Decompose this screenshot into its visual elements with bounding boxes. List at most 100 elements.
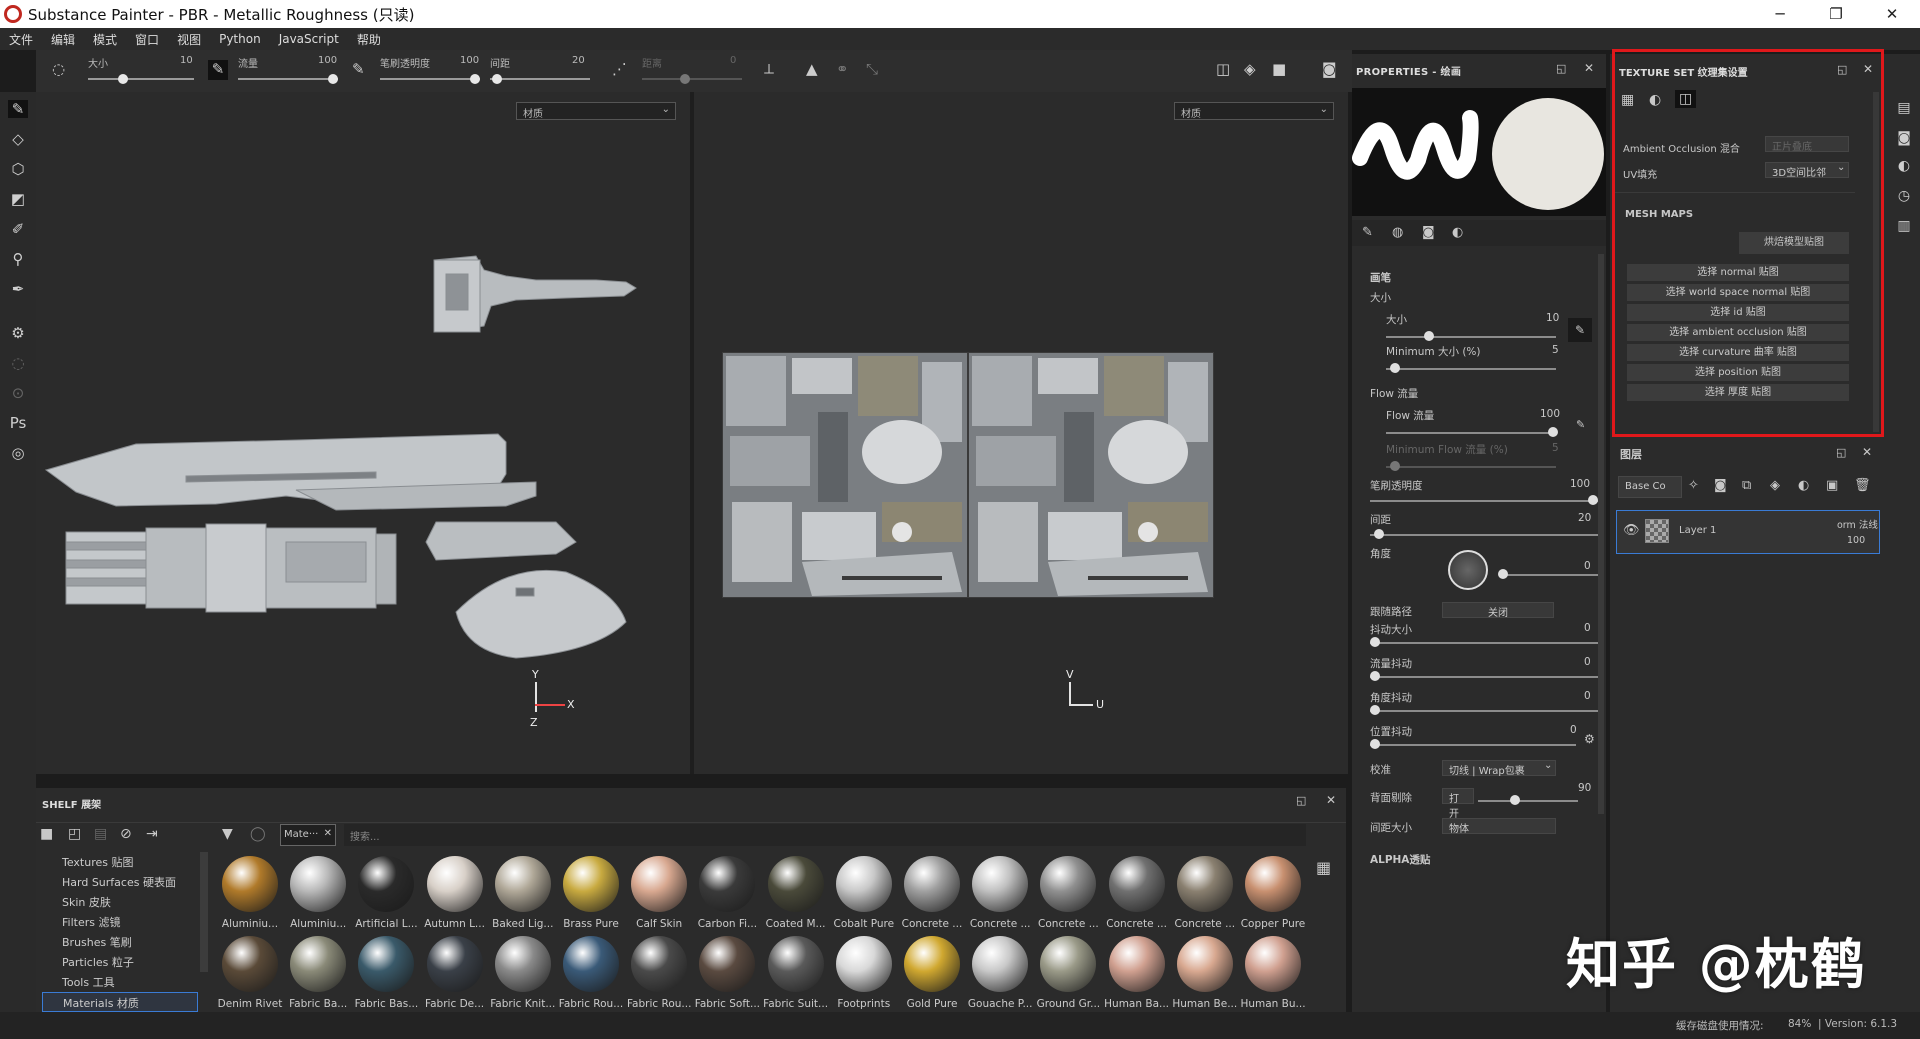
float-panel-icon[interactable]: ◱ xyxy=(1837,63,1847,76)
screenshot-icon[interactable]: ◙ xyxy=(1322,60,1337,78)
filter-icon[interactable]: ▼ xyxy=(222,826,233,842)
viewport-3d[interactable]: 材质 ⌄ Y X Z xyxy=(36,92,690,774)
angle-knob[interactable] xyxy=(1498,569,1508,579)
material-item[interactable]: Fabric Soft... xyxy=(693,936,761,1010)
jitter-flow-slider[interactable] xyxy=(1370,676,1600,678)
follow-path-toggle[interactable]: 关闭 xyxy=(1442,602,1554,619)
material-item[interactable]: Human Bu... xyxy=(1239,936,1307,1010)
jitter-size-slider[interactable] xyxy=(1370,642,1600,644)
log-icon[interactable]: ▥ xyxy=(1896,218,1912,234)
brush-settings-icon[interactable]: ◌ xyxy=(52,60,65,78)
material-item[interactable]: Coated M... xyxy=(762,856,830,930)
material-item[interactable]: Ground Gr... xyxy=(1034,936,1102,1010)
toolbar-size-slider[interactable] xyxy=(88,78,194,80)
paint-brush-icon[interactable]: ✎ xyxy=(8,100,28,118)
material-item[interactable]: Human Be... xyxy=(1171,936,1239,1010)
angle-dial[interactable] xyxy=(1448,550,1488,590)
shelf-search-input[interactable]: 搜索... xyxy=(344,824,1306,846)
pressure-flow-icon[interactable]: ✎ xyxy=(352,60,365,78)
jitter-angle-value[interactable]: 0 xyxy=(1584,690,1591,702)
menu-view[interactable]: 视图 xyxy=(168,31,210,48)
jitter-angle-knob[interactable] xyxy=(1370,705,1380,715)
backface-slider[interactable] xyxy=(1478,800,1578,802)
opacity-slider[interactable] xyxy=(1370,500,1600,502)
alignment-select[interactable]: 切线 | Wrap包裹 xyxy=(1442,760,1556,777)
min-flow-value[interactable]: 5 xyxy=(1552,442,1559,454)
menu-help[interactable]: 帮助 xyxy=(348,31,390,48)
pen-pressure-icon[interactable]: ✎ xyxy=(1568,318,1592,342)
geometry-mask-icon[interactable]: ◌ xyxy=(8,354,28,372)
jitter-position-knob[interactable] xyxy=(1370,739,1380,749)
flow-value[interactable]: 100 xyxy=(1540,408,1560,420)
effect-icon[interactable]: ✧ xyxy=(1688,478,1699,493)
material-item[interactable]: Fabric Rou... xyxy=(625,936,693,1010)
menu-mode[interactable]: 模式 xyxy=(84,31,126,48)
import-icon[interactable]: ▤ xyxy=(94,826,107,842)
texture-set-list-icon[interactable]: ▤ xyxy=(1896,100,1912,116)
material-item[interactable]: Fabric Bas... xyxy=(352,936,420,1010)
select-curvature-map-button[interactable]: 选择 curvature 曲率 贴图 xyxy=(1627,344,1849,361)
size-knob[interactable] xyxy=(1424,331,1434,341)
smart-material-icon[interactable]: ◐ xyxy=(1798,478,1809,493)
flow-slider[interactable] xyxy=(1386,432,1556,434)
material-item[interactable]: Artificial L... xyxy=(352,856,420,930)
float-panel-icon[interactable]: ◱ xyxy=(1556,62,1566,75)
viewport-2d[interactable]: 材质 ⌄ V U xyxy=(694,92,1348,774)
select-world-normal-map-button[interactable]: 选择 world space normal 贴图 xyxy=(1627,284,1849,301)
flow-knob[interactable] xyxy=(1548,427,1558,437)
add-fill-layer-icon[interactable]: ◈ xyxy=(1770,478,1780,493)
min-size-knob[interactable] xyxy=(1390,363,1400,373)
material-item[interactable]: Copper Pure xyxy=(1239,856,1307,930)
projection-tool-icon[interactable]: ⬡ xyxy=(8,160,28,178)
spacing-size-select[interactable]: 物体 xyxy=(1442,818,1556,835)
brush-tab-icon[interactable]: ✎ xyxy=(1362,225,1373,240)
select-ao-map-button[interactable]: 选择 ambient occlusion 贴图 xyxy=(1627,324,1849,341)
layer-opacity[interactable]: 100 xyxy=(1847,535,1865,546)
category-item-materials[interactable]: Materials 材质 xyxy=(42,992,198,1012)
texture-set-uv-icon[interactable]: ◫ xyxy=(1675,90,1697,108)
select-id-map-button[interactable]: 选择 id 贴图 xyxy=(1627,304,1849,321)
float-panel-icon[interactable]: ◱ xyxy=(1836,446,1846,459)
refresh-icon[interactable]: ◯ xyxy=(250,826,266,842)
size-value[interactable]: 10 xyxy=(1546,312,1559,324)
toolbar-distance-value[interactable]: 0 xyxy=(730,55,736,66)
jitter-flow-knob[interactable] xyxy=(1370,671,1380,681)
layer-row[interactable]: 👁 Layer 1 orm 法线 100 xyxy=(1616,510,1880,554)
material-item[interactable]: Concrete ... xyxy=(1034,856,1102,930)
category-item[interactable]: Tools 工具 xyxy=(42,972,198,992)
symmetry-icon[interactable]: ⟂ xyxy=(764,60,774,78)
export-icon[interactable]: ⇥ xyxy=(146,826,158,842)
material-item[interactable]: Concrete ... xyxy=(966,856,1034,930)
close-panel-icon[interactable]: ✕ xyxy=(1584,61,1594,75)
photoshop-export-icon[interactable]: Ps xyxy=(8,414,28,432)
viewport-2d-channel-select[interactable]: 材质 ⌄ xyxy=(1174,102,1334,120)
backface-value[interactable]: 90 xyxy=(1578,782,1591,794)
channel-select[interactable]: Base Co xyxy=(1618,476,1682,498)
add-mask-icon[interactable]: ◙ xyxy=(1714,478,1727,493)
select-normal-map-button[interactable]: 选择 normal 贴图 xyxy=(1627,264,1849,281)
jitter-position-value[interactable]: 0 xyxy=(1570,724,1577,736)
camera-icon[interactable]: ■ xyxy=(1272,60,1286,78)
category-item[interactable]: Particles 粒子 xyxy=(42,952,198,972)
ao-blend-select[interactable]: 正片叠底 xyxy=(1765,136,1849,153)
select-position-map-button[interactable]: 选择 position 贴图 xyxy=(1627,364,1849,381)
delete-layer-icon[interactable]: 🗑 xyxy=(1854,478,1871,493)
category-item[interactable]: Filters 滤镜 xyxy=(42,912,198,932)
clone-stamp-icon[interactable]: ⚲ xyxy=(8,250,28,268)
min-flow-slider[interactable] xyxy=(1386,466,1556,468)
material-tab-icon[interactable]: ◐ xyxy=(1452,225,1463,240)
close-panel-icon[interactable]: ✕ xyxy=(1862,445,1872,459)
toolbar-spacing-knob[interactable] xyxy=(492,74,502,84)
jitter-size-value[interactable]: 0 xyxy=(1584,622,1591,634)
material-item[interactable]: Gouache P... xyxy=(966,936,1034,1010)
texture-set-material-icon[interactable]: ◐ xyxy=(1649,92,1661,108)
material-item[interactable]: Carbon Fi... xyxy=(693,856,761,930)
toolbar-size-knob[interactable] xyxy=(118,74,128,84)
add-folder-icon[interactable]: ▣ xyxy=(1826,478,1838,493)
min-flow-knob[interactable] xyxy=(1390,461,1400,471)
toolbar-opacity-slider[interactable] xyxy=(380,78,480,80)
jitter-position-slider[interactable] xyxy=(1370,744,1576,746)
opacity-value[interactable]: 100 xyxy=(1570,478,1590,490)
min-size-slider[interactable] xyxy=(1386,368,1556,370)
toolbar-opacity-value[interactable]: 100 xyxy=(460,55,479,66)
